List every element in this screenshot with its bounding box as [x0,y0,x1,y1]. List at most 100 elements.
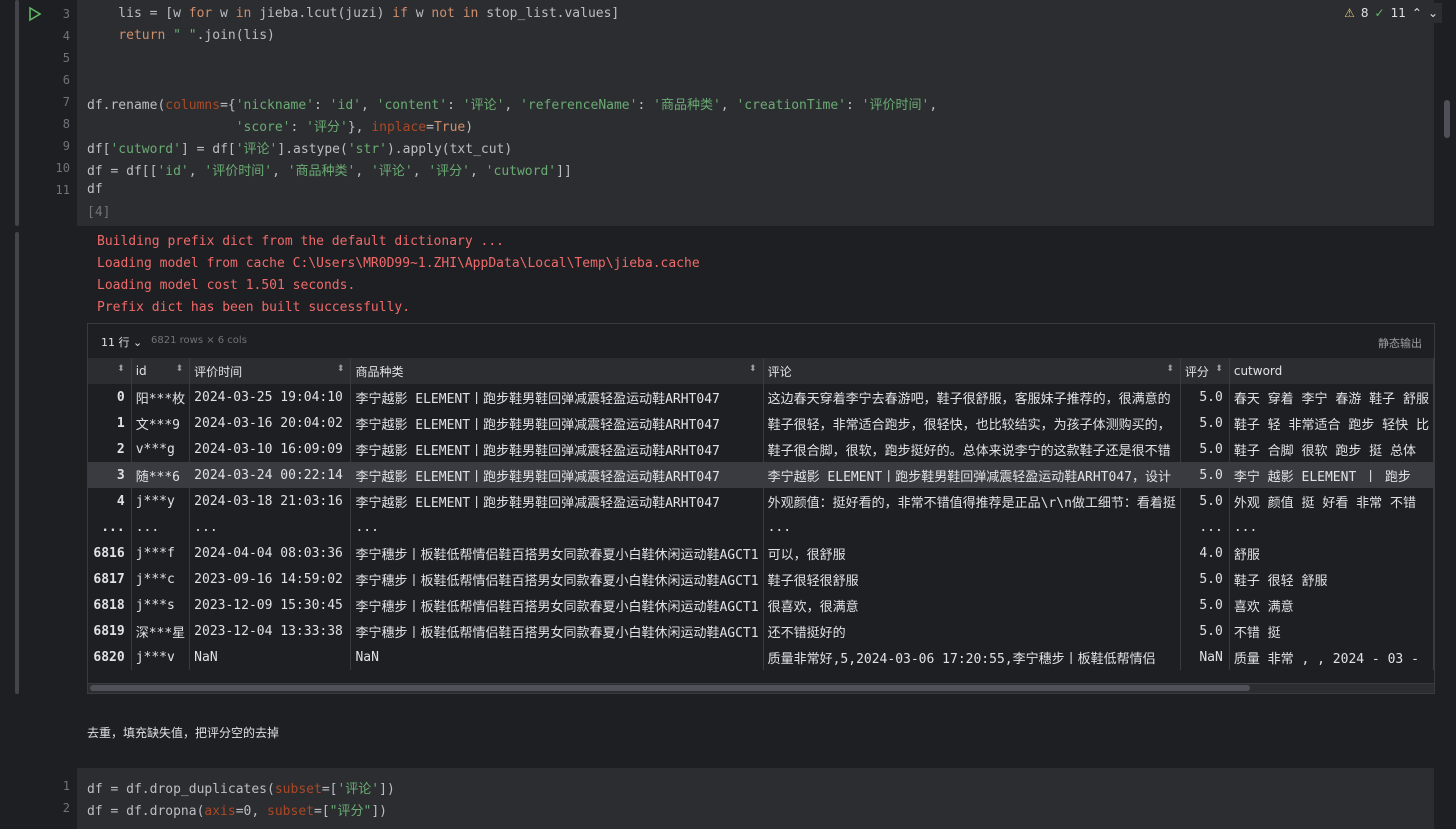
id-cell[interactable]: j***s [131,592,191,618]
row-index-cell[interactable]: 4 [88,488,132,514]
sort-icon[interactable]: ⬍ [117,364,125,374]
comment-cell[interactable]: 李宁越影 ELEMENT丨跑步鞋男鞋回弹减震轻盈运动鞋ARHT047，设计 [763,462,1181,488]
id-cell[interactable]: 文***9 [131,410,191,436]
time-cell[interactable]: 2024-03-18 21:03:16 [189,488,352,514]
comment-cell[interactable]: 质量非常好,5,2024-03-06 17:20:55,李宁穗步丨板鞋低帮情侣 [763,644,1181,670]
id-cell[interactable]: ... [131,514,191,540]
table-row[interactable]: 6816 j***f 2024-04-04 08:03:36 李宁穗步丨板鞋低帮情侣鞋… [88,540,1434,566]
score-cell[interactable]: 5.0 [1180,410,1230,436]
comment-cell[interactable]: 可以，很舒服 [763,540,1181,566]
score-cell[interactable]: ... [1180,514,1230,540]
id-cell[interactable]: j***v [131,644,191,670]
table-row[interactable]: 4 j***y 2024-03-18 21:03:16 李宁越影 ELEMENT丨跑步… [88,488,1434,514]
product-cell[interactable]: 李宁越影 ELEMENT丨跑步鞋男鞋回弹减震轻盈运动鞋ARHT047 [350,410,764,436]
row-index-cell[interactable]: 0 [88,384,132,410]
cutword-cell[interactable]: 鞋子 很轻 舒服 [1229,566,1434,592]
code-line[interactable]: df.rename(columns={'nickname': 'id', 'co… [87,94,937,113]
code-line[interactable]: df = df[['id', '评价时间', '商品种类', '评论', '评分… [87,160,572,179]
product-cell[interactable]: NaN [350,644,764,670]
cutword-cell[interactable]: 李宁 越影 ELEMENT 丨 跑步 [1229,462,1434,488]
product-cell[interactable]: 李宁越影 ELEMENT丨跑步鞋男鞋回弹减震轻盈运动鞋ARHT047 [350,384,764,410]
table-row[interactable]: ..................... [88,514,1434,540]
score-cell[interactable]: 4.0 [1180,540,1230,566]
time-cell[interactable]: 2023-12-04 13:33:38 [189,618,352,644]
scrollbar-thumb[interactable] [90,685,1250,691]
id-cell[interactable]: 阳***枚 [131,384,191,410]
chevron-down-icon[interactable]: ⌄ [1428,6,1438,20]
inspection-widget[interactable]: ⚠ 8 ✓ 11 ⌃ ⌄ [1340,3,1442,23]
time-cell[interactable]: 2024-03-25 19:04:10 [189,384,352,410]
column-header[interactable]: 评价时间 ⬍ [189,358,352,384]
sort-icon[interactable]: ⬍ [337,364,345,374]
comment-cell[interactable]: 鞋子很合脚，很软，跑步挺好的。总体来说李宁的这款鞋子还是很不错 [763,436,1181,462]
id-cell[interactable]: j***y [131,488,191,514]
comment-cell[interactable]: 这边春天穿着李宁去春游吧，鞋子很舒服，客服妹子推荐的，很满意的 [763,384,1181,410]
row-index-cell[interactable]: 6817 [88,566,132,592]
sort-icon[interactable]: ⬍ [749,364,757,374]
comment-cell[interactable]: ... [763,514,1181,540]
time-cell[interactable]: ... [189,514,352,540]
code-line[interactable]: 'score': '评分'}, inplace=True) [87,116,473,135]
time-cell[interactable]: 2024-03-16 20:04:02 [189,410,352,436]
sort-icon[interactable]: ⬍ [176,364,184,374]
product-cell[interactable]: 李宁越影 ELEMENT丨跑步鞋男鞋回弹减震轻盈运动鞋ARHT047 [350,488,764,514]
row-index-cell[interactable]: 3 [88,462,132,488]
cutword-cell[interactable]: 鞋子 轻 非常适合 跑步 轻快 比 [1229,410,1434,436]
row-index-cell[interactable]: 2 [88,436,132,462]
product-cell[interactable]: 李宁越影 ELEMENT丨跑步鞋男鞋回弹减震轻盈运动鞋ARHT047 [350,436,764,462]
table-row[interactable]: 6819 深***星 2023-12-04 13:33:38 李宁穗步丨板鞋低帮情侣鞋… [88,618,1434,644]
time-cell[interactable]: 2023-09-16 14:59:02 [189,566,352,592]
comment-cell[interactable]: 很喜欢，很满意 [763,592,1181,618]
table-row[interactable]: 2 v***g 2024-03-10 16:09:09 李宁越影 ELEMENT丨跑步… [88,436,1434,462]
row-index-cell[interactable]: ... [88,514,132,540]
time-cell[interactable]: 2023-12-09 15:30:45 [189,592,352,618]
score-cell[interactable]: 5.0 [1180,618,1230,644]
comment-cell[interactable]: 还不错挺好的 [763,618,1181,644]
row-index-cell[interactable]: 6818 [88,592,132,618]
table-row[interactable]: 3 随***6 2024-03-24 00:22:14 李宁越影 ELEMENT丨跑步… [88,462,1434,488]
cutword-cell[interactable]: 外观 颜值 挺 好看 非常 不错 [1229,488,1434,514]
markdown-text[interactable]: 去重，填充缺失值，把评分空的去掉 [87,724,279,741]
table-row[interactable]: 6820 j***v NaN NaN 质量非常好,5,2024-03-06 17:20:… [88,644,1434,670]
run-cell-icon[interactable] [27,6,43,22]
cutword-cell[interactable]: 不错 挺 [1229,618,1434,644]
chevron-up-icon[interactable]: ⌃ [1412,6,1422,20]
time-cell[interactable]: 2024-04-04 08:03:36 [189,540,352,566]
score-cell[interactable]: 5.0 [1180,384,1230,410]
score-cell[interactable]: 5.0 [1180,436,1230,462]
id-cell[interactable]: 随***6 [131,462,191,488]
column-header[interactable]: 评分 ⬍ [1180,358,1230,384]
cutword-cell[interactable]: 春天 穿着 李宁 春游 鞋子 舒服 [1229,384,1434,410]
row-index-cell[interactable]: 6816 [88,540,132,566]
score-cell[interactable]: 5.0 [1180,462,1230,488]
column-header[interactable]: cutword [1229,358,1434,384]
product-cell[interactable]: 李宁穗步丨板鞋低帮情侣鞋百搭男女同款春夏小白鞋休闲运动鞋AGCT1 [350,592,764,618]
column-header[interactable]: id ⬍ [131,358,191,384]
product-cell[interactable]: 李宁穗步丨板鞋低帮情侣鞋百搭男女同款春夏小白鞋休闲运动鞋AGCT1 [350,618,764,644]
code-line[interactable]: lis = [w for w in jieba.lcut(juzi) if w … [87,6,619,21]
id-cell[interactable]: j***f [131,540,191,566]
table-row[interactable]: 0 阳***枚 2024-03-25 19:04:10 李宁越影 ELEMENT丨跑步… [88,384,1434,410]
comment-cell[interactable]: 外观颜值：挺好看的，非常不错值得推荐是正品\r\n做工细节：看着挺 [763,488,1181,514]
id-cell[interactable]: 深***星 [131,618,191,644]
time-cell[interactable]: 2024-03-24 00:22:14 [189,462,352,488]
row-index-cell[interactable]: 6820 [88,644,132,670]
product-cell[interactable]: 李宁穗步丨板鞋低帮情侣鞋百搭男女同款春夏小白鞋休闲运动鞋AGCT1 [350,566,764,592]
sort-icon[interactable]: ⬍ [1215,364,1223,374]
cutword-cell[interactable]: 舒服 [1229,540,1434,566]
code-line[interactable]: return " ".join(lis) [87,28,275,43]
id-cell[interactable]: v***g [131,436,191,462]
product-cell[interactable]: 李宁穗步丨板鞋低帮情侣鞋百搭男女同款春夏小白鞋休闲运动鞋AGCT1 [350,540,764,566]
score-cell[interactable]: 5.0 [1180,488,1230,514]
dataframe-viewer[interactable]: 11 行 ⌄ 6821 rows × 6 cols 静态输出 ⬍ id ⬍ 评价时… [87,323,1435,694]
score-cell[interactable]: 5.0 [1180,566,1230,592]
code-line[interactable]: df = df.dropna(axis=0, subset=["评分"]) [87,800,387,819]
row-index-cell[interactable]: 1 [88,410,132,436]
id-cell[interactable]: j***c [131,566,191,592]
score-cell[interactable]: NaN [1180,644,1230,670]
comment-cell[interactable]: 鞋子很轻很舒服 [763,566,1181,592]
sort-icon[interactable]: ⬍ [1166,364,1174,374]
cutword-cell[interactable]: 喜欢 满意 [1229,592,1434,618]
vertical-scrollbar[interactable] [1444,100,1450,138]
code-line[interactable]: df['cutword'] = df['评论'].astype('str').a… [87,138,512,157]
